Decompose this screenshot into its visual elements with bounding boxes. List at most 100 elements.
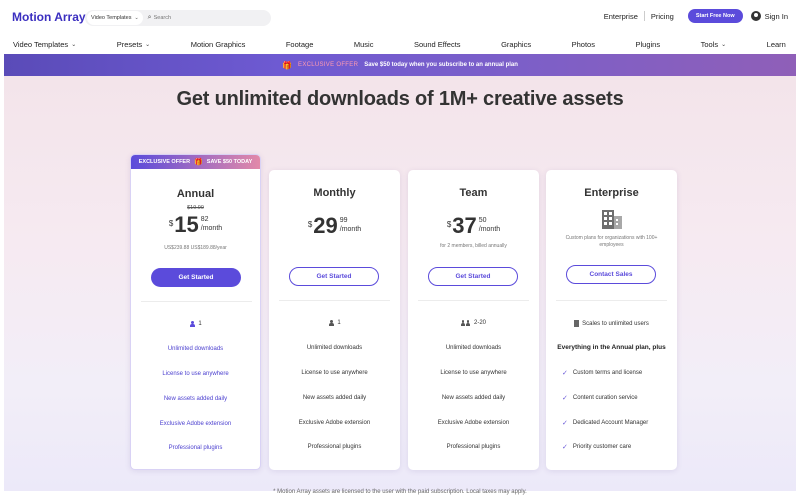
seats-count: 1 — [131, 321, 260, 327]
start-free-button[interactable]: Start Free Now — [687, 9, 743, 23]
nav-footage[interactable]: Footage — [286, 40, 314, 49]
price: $ 29 99/month — [269, 213, 400, 238]
building-small-icon — [574, 320, 580, 327]
feature-label: Custom terms and license — [572, 370, 643, 376]
check-icon: ✓ — [562, 370, 568, 377]
seats-count: 1 — [269, 320, 400, 326]
seats-label: 1 — [337, 320, 341, 326]
includes-heading: Everything in the Annual plan, plus — [557, 344, 666, 351]
currency: $ — [446, 220, 452, 229]
nav-music[interactable]: Music — [354, 40, 374, 49]
nav-presets[interactable]: Presets ⌄ — [117, 40, 150, 49]
nav-graphics[interactable]: Graphics — [501, 40, 531, 49]
enterprise-description: Custom plans for organizations with 100+… — [565, 235, 658, 248]
nav-label: Sound Effects — [414, 39, 461, 49]
feature-item: ✓ Custom terms and license — [562, 369, 642, 377]
seats-label: 1 — [198, 321, 202, 327]
offer-banner-right: SAVE $50 TODAY — [206, 159, 253, 165]
search-category-select[interactable]: Video Templates ⌄ — [87, 11, 143, 25]
price-period: /month — [339, 226, 362, 233]
feature-item: Unlimited downloads — [445, 345, 502, 351]
feature-item: License to use anywhere — [440, 370, 507, 376]
pricing-link[interactable]: Pricing — [645, 12, 680, 21]
plan-card-monthly: Monthly $ 29 99/month Get Started 1 Unli… — [269, 170, 400, 470]
header-actions: Enterprise Pricing Start Free Now Sign I… — [598, 9, 788, 23]
search-input[interactable] — [153, 15, 254, 21]
feature-label: Content curation service — [572, 395, 638, 401]
plan-name: Team — [459, 187, 488, 199]
chevron-down-icon: ⌄ — [134, 15, 139, 21]
nav-label: Photos — [571, 39, 595, 49]
nav-plugins[interactable]: Plugins — [635, 40, 660, 49]
divider — [556, 300, 667, 301]
footnote: * Motion Array assets are licensed to th… — [273, 489, 527, 495]
get-started-button[interactable]: Get Started — [428, 267, 518, 286]
nav-learn[interactable]: Learn — [767, 40, 786, 49]
price-period: /month — [200, 225, 223, 232]
check-icon: ✓ — [562, 395, 568, 402]
nav-motion-graphics[interactable]: Motion Graphics — [191, 40, 246, 49]
logo[interactable]: Motion Array — [12, 10, 86, 24]
nav-label: Music — [353, 39, 374, 49]
contact-sales-button[interactable]: Contact Sales — [566, 265, 656, 284]
feature-item: Professional plugins — [446, 444, 501, 450]
user-icon — [328, 320, 334, 326]
price-cents: 50 — [478, 217, 487, 224]
feature-item: New assets added daily — [302, 395, 367, 401]
feature-item: Exclusive Adobe extension — [437, 420, 510, 426]
seats-count: 2-20 — [408, 320, 539, 326]
search-icon: ⌕ — [147, 14, 152, 21]
feature-item: Exclusive Adobe extension — [159, 421, 232, 427]
price-dollars: 15 — [174, 212, 199, 237]
offer-banner-left: EXCLUSIVE OFFER — [138, 159, 191, 165]
promo-banner[interactable]: 🎁 EXCLUSIVE OFFER Save $50 today when yo… — [4, 54, 796, 76]
price-dollars: 29 — [313, 213, 338, 238]
nav-label: Presets — [116, 39, 143, 49]
pricing-section-background — [4, 76, 796, 491]
divider — [141, 301, 252, 302]
currency: $ — [168, 219, 174, 228]
chevron-down-icon: ⌄ — [71, 41, 77, 48]
check-icon: ✓ — [562, 420, 568, 427]
price-dollars: 37 — [452, 213, 477, 238]
exclusive-offer-banner: EXCLUSIVE OFFER 🎁 SAVE $50 TODAY — [131, 155, 260, 169]
price-cents: 99 — [339, 217, 348, 224]
price-note: for 2 members, billed annually — [440, 243, 507, 249]
get-started-button[interactable]: Get Started — [151, 268, 241, 287]
plan-name: Monthly — [313, 187, 356, 199]
plan-name: Enterprise — [584, 187, 639, 199]
user-icon — [189, 321, 195, 327]
scale-info: Scales to unlimited users — [546, 320, 677, 327]
user-icon — [750, 11, 761, 21]
nav-sound-effects[interactable]: Sound Effects — [414, 40, 461, 49]
nav-label: Motion Graphics — [190, 39, 246, 49]
price-period: /month — [478, 226, 501, 233]
currency: $ — [307, 220, 313, 229]
price: $ 15 82/month — [131, 212, 260, 237]
divider — [418, 300, 529, 301]
nav-video-templates[interactable]: Video Templates ⌄ — [13, 40, 76, 49]
feature-item: New assets added daily — [441, 395, 506, 401]
feature-item: License to use anywhere — [162, 371, 229, 377]
feature-item: New assets added daily — [163, 396, 228, 402]
main-nav: Video Templates ⌄ Presets ⌄ Motion Graphic… — [0, 34, 800, 54]
nav-label: Footage — [285, 39, 314, 49]
nav-label: Graphics — [501, 39, 532, 49]
promo-tag: EXCLUSIVE OFFER — [298, 62, 359, 68]
nav-tools[interactable]: Tools ⌄ — [701, 40, 727, 49]
sign-in-link[interactable]: Sign In — [750, 11, 788, 21]
nav-photos[interactable]: Photos — [572, 40, 595, 49]
feature-item: ✓ Dedicated Account Manager — [562, 419, 648, 427]
search-box: Video Templates ⌄ ⌕ — [85, 10, 271, 26]
enterprise-link[interactable]: Enterprise — [598, 12, 644, 21]
feature-item: ✓ Priority customer care — [562, 443, 631, 451]
search-category-label: Video Templates — [91, 15, 132, 21]
plan-card-annual: EXCLUSIVE OFFER 🎁 SAVE $50 TODAY Annual … — [130, 154, 261, 470]
plan-card-team: Team $ 37 50/month for 2 members, billed… — [408, 170, 539, 470]
page-title: Get unlimited downloads of 1M+ creative … — [176, 88, 624, 110]
feature-item: Professional plugins — [307, 444, 362, 450]
nav-label: Tools — [700, 39, 719, 49]
get-started-button[interactable]: Get Started — [289, 267, 379, 286]
feature-label: Priority customer care — [572, 444, 632, 450]
plan-card-enterprise: Enterprise Custom plans for organization… — [546, 170, 677, 470]
